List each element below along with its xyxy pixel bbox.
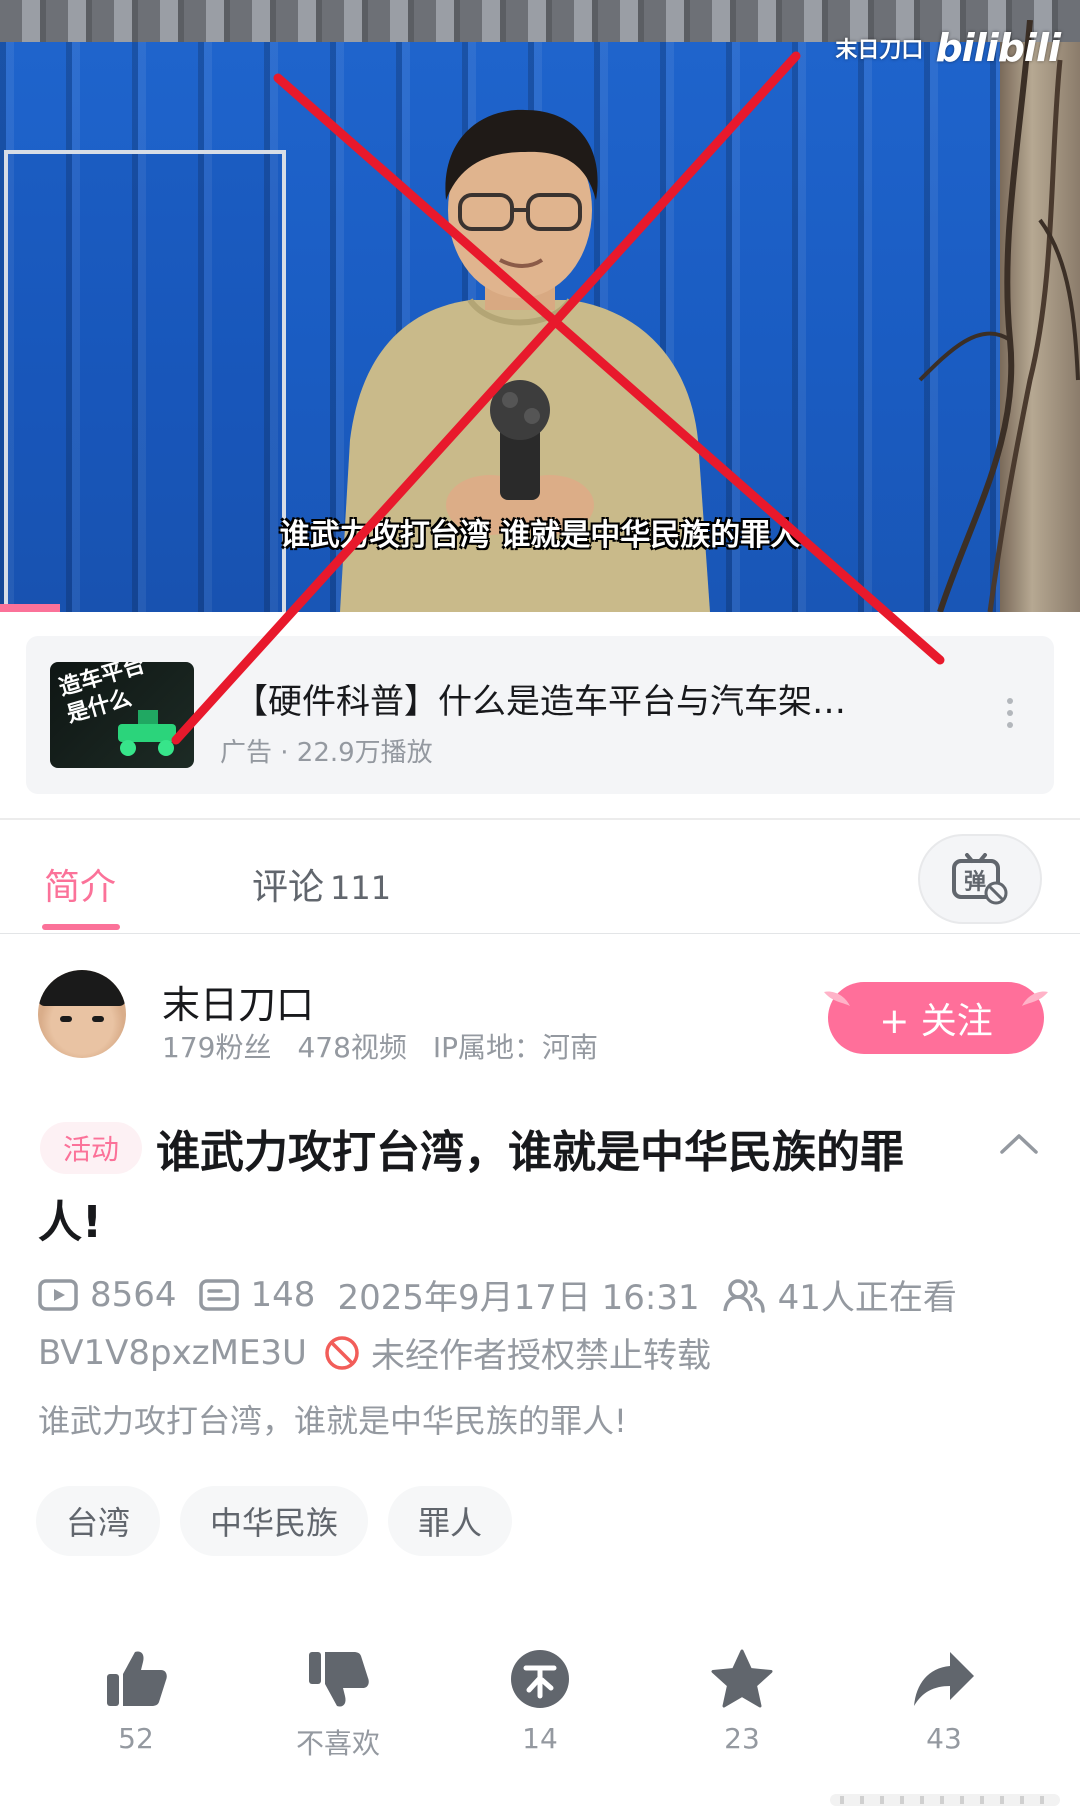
tag-item[interactable]: 中华民族 — [180, 1486, 369, 1556]
copyright-notice: 未经作者授权禁止转载 — [370, 1336, 711, 1376]
dislike-icon — [309, 1652, 369, 1707]
action-bar: 52 不喜欢 14 23 43 — [0, 1648, 1080, 1798]
svg-text:弹: 弹 — [964, 870, 986, 895]
video-ids: BV1V8pxzME3U 未经作者授权禁止转载 — [38, 1328, 711, 1377]
bilibili-logo: bilibili — [935, 26, 1061, 70]
page-indicator-decoration — [830, 1794, 1060, 1806]
tab-comments-count: 111 — [330, 869, 392, 907]
dislike-button[interactable]: 不喜欢 — [268, 1648, 408, 1762]
danmaku-toggle-button[interactable]: 弹 — [918, 834, 1042, 924]
no-repost-icon — [325, 1335, 359, 1370]
ad-meta: 广告 · 22.9万播放 — [220, 738, 433, 768]
progress-marker — [0, 604, 60, 612]
publish-date: 2025年9月17日 16:31 — [337, 1278, 700, 1318]
car-chassis-icon — [118, 710, 176, 756]
uploader-meta: 179粉丝 478视频 IP属地：河南 — [162, 1026, 624, 1066]
share-button[interactable]: 43 — [874, 1648, 1014, 1755]
more-icon[interactable] — [1006, 698, 1014, 734]
ad-title[interactable]: 【硬件科普】什么是造车平台与汽车架… — [234, 674, 846, 723]
like-count: 52 — [118, 1722, 154, 1755]
tab-comments[interactable]: 评论 111 — [252, 858, 391, 910]
wing-right-icon — [1022, 991, 1048, 1006]
play-count-icon — [38, 1278, 78, 1311]
danmaku-toggle-icon: 弹 — [952, 853, 1008, 905]
favorite-count: 23 — [724, 1722, 760, 1755]
watermark-name: 末日刀口 — [835, 38, 924, 63]
tab-comments-label: 评论 — [252, 867, 325, 908]
video-title: 谁武力攻打台湾，谁就是中华民族的罪人! — [38, 1127, 904, 1248]
like-button[interactable]: 52 — [66, 1648, 206, 1755]
activity-badge[interactable]: 活动 — [40, 1122, 142, 1174]
uploader-ip: IP属地：河南 — [432, 1031, 599, 1064]
tag-item[interactable]: 台湾 — [36, 1486, 161, 1556]
tab-active-indicator — [42, 924, 120, 930]
follow-label: + 关注 — [879, 1001, 993, 1042]
danmaku-count-icon — [198, 1278, 239, 1311]
coin-icon — [511, 1650, 569, 1708]
share-icon — [914, 1652, 974, 1706]
watching-count: 41人正在看 — [777, 1278, 957, 1318]
tab-intro[interactable]: 简介 — [44, 858, 116, 910]
share-count: 43 — [926, 1722, 962, 1755]
tag-list: 台湾 中华民族 罪人 — [36, 1486, 513, 1556]
like-icon — [107, 1651, 167, 1706]
coin-button[interactable]: 14 — [470, 1648, 610, 1755]
favorite-button[interactable]: 23 — [672, 1648, 812, 1755]
uploader-videos: 478视频 — [297, 1031, 407, 1064]
danmaku-count: 148 — [250, 1274, 316, 1315]
follow-button[interactable]: + 关注 — [824, 982, 1048, 1054]
video-description: 谁武力攻打台湾，谁就是中华民族的罪人! — [38, 1402, 627, 1440]
viewers-icon — [722, 1278, 765, 1313]
video-stats: 8564 148 2025年9月17日 16:31 41人正在看 — [38, 1270, 979, 1319]
uploader-watermark: 末日刀口 bilibili — [835, 26, 1061, 70]
dislike-label: 不喜欢 — [295, 1727, 380, 1760]
ad-card[interactable]: 造车平台 是什么 【硬件科普】什么是造车平台与汽车架… 广告 · 22.9万播放 — [26, 636, 1054, 794]
video-subtitle: 谁武力攻打台湾 谁就是中华民族的罪人 — [279, 518, 801, 553]
bvid[interactable]: BV1V8pxzME3U — [38, 1333, 307, 1373]
ad-thumbnail: 造车平台 是什么 — [50, 662, 194, 768]
video-player[interactable]: 末日刀口 bilibili 谁武力攻打台湾 谁就是中华民族的罪人 — [0, 0, 1080, 612]
coin-count: 14 — [522, 1722, 558, 1755]
tab-bar: 简介 评论 111 弹 — [0, 820, 1080, 934]
play-count: 8564 — [90, 1274, 177, 1315]
collapse-icon[interactable] — [996, 1128, 1042, 1158]
tag-item[interactable]: 罪人 — [388, 1486, 513, 1556]
uploader-fans: 179粉丝 — [162, 1031, 272, 1064]
avatar[interactable] — [38, 970, 126, 1058]
favorite-icon — [711, 1649, 773, 1708]
uploader-name[interactable]: 末日刀口 — [162, 974, 314, 1029]
wing-left-icon — [824, 991, 850, 1006]
